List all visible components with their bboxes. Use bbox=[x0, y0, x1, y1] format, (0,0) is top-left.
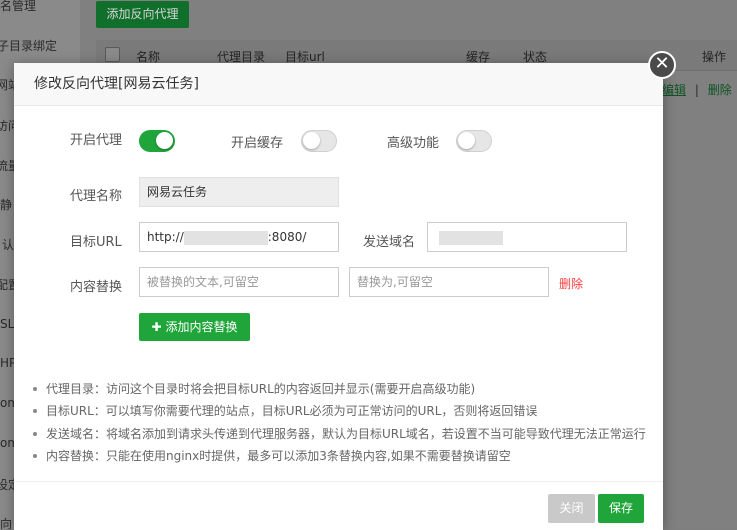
sidebar-item: 名管理 bbox=[0, 0, 37, 13]
add-reverse-proxy-button[interactable]: 添加反向代理 bbox=[96, 1, 189, 28]
note-item: 内容替换：只能在使用nginx时提供，最多可以添加3条替换内容,如果不需要替换请… bbox=[33, 445, 646, 467]
proxy-name-field: 网易云任务 bbox=[139, 177, 339, 207]
enable-proxy-label: 开启代理 bbox=[70, 133, 123, 148]
sidebar-item: 子目录绑定 bbox=[0, 39, 58, 53]
target-url-field[interactable]: http:// :8080/ bbox=[139, 222, 339, 252]
dialog-title: 修改反向代理[网易云任务] bbox=[14, 63, 663, 106]
help-notes: 代理目录：访问这个目录时将会把目标URL的内容返回并显示(需要开启高级功能) 目… bbox=[32, 378, 646, 467]
redacted-domain bbox=[439, 230, 503, 245]
toggle-knob bbox=[458, 132, 475, 149]
column-header: 操作 bbox=[702, 50, 727, 64]
save-button[interactable]: 保存 bbox=[598, 494, 644, 523]
bullet-icon bbox=[33, 409, 37, 414]
close-icon[interactable]: ✕ bbox=[648, 51, 676, 79]
advanced-toggle[interactable] bbox=[456, 130, 492, 152]
bullet-icon bbox=[33, 431, 37, 436]
replace-from-input[interactable] bbox=[139, 267, 339, 297]
action-separator: | bbox=[694, 83, 699, 97]
enable-cache-toggle[interactable] bbox=[301, 130, 337, 152]
note-text: 内容替换：只能在使用nginx时提供，最多可以添加3条替换内容,如果不需要替换请… bbox=[46, 448, 511, 463]
target-url-prefix: http:// bbox=[147, 230, 184, 244]
advanced-label: 高级功能 bbox=[387, 136, 440, 151]
note-text: 代理目录：访问这个目录时将会把目标URL的内容返回并显示(需要开启高级功能) bbox=[46, 382, 476, 396]
edit-reverse-proxy-dialog: 修改反向代理[网易云任务] 开启代理 开启缓存 高级功能 代理名称 网易云任务 … bbox=[14, 63, 663, 530]
row-actions: 编辑 | 删除 bbox=[662, 81, 732, 98]
plus-icon: ✚ bbox=[151, 320, 162, 334]
edit-link[interactable]: 编辑 bbox=[662, 83, 686, 97]
replace-to-input[interactable] bbox=[349, 267, 549, 297]
enable-cache-label: 开启缓存 bbox=[231, 136, 284, 151]
note-item: 代理目录：访问这个目录时将会把目标URL的内容返回并显示(需要开启高级功能) bbox=[33, 378, 646, 400]
note-item: 发送域名：将域名添加到请求头传递到代理服务器，默认为目标URL域名，若设置不当可… bbox=[33, 423, 646, 445]
content-replace-label: 内容替换 bbox=[70, 280, 123, 295]
proxy-name-label: 代理名称 bbox=[70, 189, 123, 204]
send-domain-label: 发送域名 bbox=[363, 235, 416, 250]
note-text: 发送域名：将域名添加到请求头传递到代理服务器，默认为目标URL域名，若设置不当可… bbox=[46, 426, 646, 441]
bullet-icon bbox=[33, 453, 37, 458]
toggle-knob bbox=[156, 132, 173, 149]
bullet-icon bbox=[33, 387, 37, 391]
target-url-suffix: :8080/ bbox=[267, 230, 307, 244]
delete-link[interactable]: 删除 bbox=[708, 83, 732, 97]
redacted-host bbox=[183, 230, 268, 245]
close-button[interactable]: 关闭 bbox=[548, 494, 595, 523]
toggle-knob bbox=[303, 132, 320, 149]
enable-proxy-toggle[interactable] bbox=[139, 130, 175, 152]
delete-replace-link[interactable]: 删除 bbox=[559, 275, 583, 292]
add-content-replace-label: 添加内容替换 bbox=[165, 320, 238, 334]
send-domain-field[interactable] bbox=[427, 222, 627, 252]
add-content-replace-button[interactable]: ✚ 添加内容替换 bbox=[139, 313, 250, 341]
target-url-label: 目标URL bbox=[70, 235, 122, 250]
note-text: 目标URL：可以填写你需要代理的站点，目标URL必须为可正常访问的URL，否则将… bbox=[46, 404, 538, 419]
note-item: 目标URL：可以填写你需要代理的站点，目标URL必须为可正常访问的URL，否则将… bbox=[33, 400, 646, 422]
select-all-checkbox[interactable] bbox=[105, 47, 120, 62]
dialog-footer: 关闭 保存 bbox=[14, 481, 663, 530]
